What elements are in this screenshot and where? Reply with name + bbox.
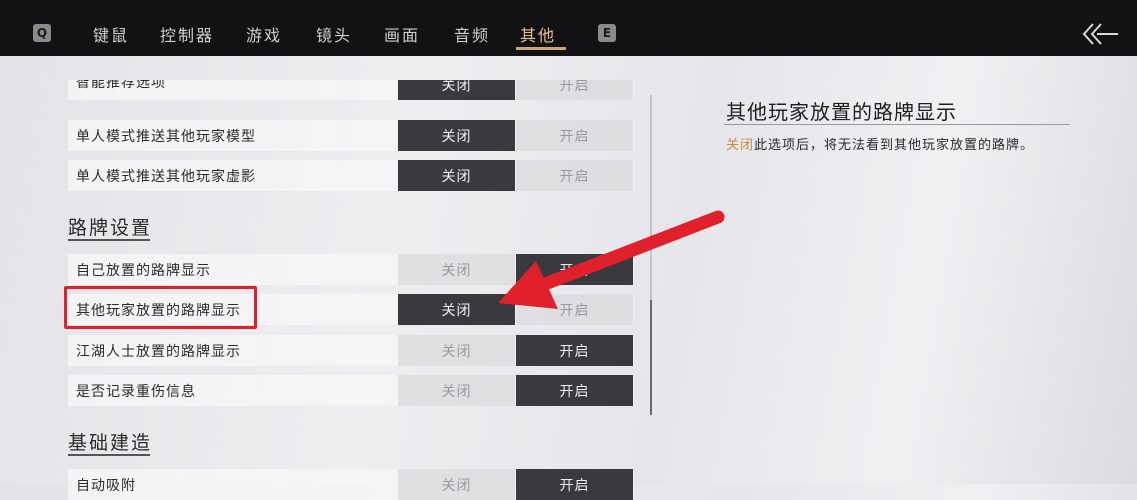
tab-keyboard-mouse[interactable]: 键鼠 (93, 22, 129, 46)
option-off-button[interactable]: 关闭 (398, 160, 515, 191)
setting-label: 江湖人士放置的路牌显示 (76, 344, 241, 360)
setting-label: 单人模式推送其他玩家模型 (76, 129, 256, 145)
annotation-arrow-icon (498, 210, 725, 309)
double-chevron-left-icon[interactable] (1081, 22, 1119, 46)
option-off-button[interactable]: 关闭 (398, 120, 515, 151)
section-title-basic-build: 基础建造 (68, 432, 153, 454)
setting-row-push-player-ghost: 单人模式推送其他玩家虚影 关闭 开启 (68, 160, 634, 191)
section-divider (68, 239, 150, 241)
description-body: 此选项后，将无法看到其他玩家放置的路牌。 (754, 138, 1035, 153)
q-key-hint: Q (33, 24, 51, 42)
tab-other[interactable]: 其他 (520, 22, 556, 46)
tab-camera[interactable]: 镜头 (316, 22, 352, 46)
setting-label: 自己放置的路牌显示 (76, 263, 211, 279)
setting-label: 是否记录重伤信息 (76, 384, 196, 400)
top-nav-bar: Q 键鼠 控制器 游戏 镜头 画面 音频 其他 E (0, 0, 1137, 56)
tab-game[interactable]: 游戏 (246, 22, 282, 46)
setting-label: 自动吸附 (76, 478, 136, 494)
tab-controller[interactable]: 控制器 (160, 22, 214, 46)
option-on-button[interactable]: 开启 (516, 335, 633, 366)
section-divider (68, 454, 150, 456)
setting-row-push-player-model: 单人模式推送其他玩家模型 关闭 开启 (68, 120, 634, 151)
description-title: 其他玩家放置的路牌显示 (726, 100, 957, 124)
setting-row-npc-signpost: 江湖人士放置的路牌显示 关闭 开启 (68, 335, 634, 366)
setting-label: 单人模式推送其他玩家虚影 (76, 169, 256, 185)
description-highlight: 关闭 (726, 138, 755, 153)
setting-row-auto-snap: 自动吸附 关闭 开启 (68, 469, 634, 500)
setting-row-smart-recommend: 智能推荐选项 关闭 开启 (68, 80, 634, 100)
option-on-button[interactable]: 开启 (516, 469, 633, 500)
option-off-button[interactable]: 关闭 (398, 375, 515, 406)
e-key-hint: E (598, 24, 616, 42)
option-on-button[interactable]: 开启 (516, 120, 633, 151)
section-title-signpost: 路牌设置 (68, 217, 153, 239)
option-off-button[interactable]: 关闭 (398, 335, 515, 366)
option-off-button[interactable]: 关闭 (398, 80, 515, 100)
description-divider (724, 124, 1070, 125)
tab-graphics[interactable]: 画面 (384, 22, 420, 46)
annotation-highlight-box (64, 286, 257, 329)
option-on-button[interactable]: 开启 (516, 80, 633, 100)
option-off-button[interactable]: 关闭 (398, 469, 515, 500)
tab-audio[interactable]: 音频 (454, 22, 490, 46)
setting-label: 智能推荐选项 (76, 80, 166, 91)
option-on-button[interactable]: 开启 (516, 375, 633, 406)
option-on-button[interactable]: 开启 (516, 160, 633, 191)
active-tab-underline (516, 47, 566, 50)
description-text: 关闭此选项后，将无法看到其他玩家放置的路牌。 (726, 134, 1034, 153)
setting-row-record-injury: 是否记录重伤信息 关闭 开启 (68, 375, 634, 406)
